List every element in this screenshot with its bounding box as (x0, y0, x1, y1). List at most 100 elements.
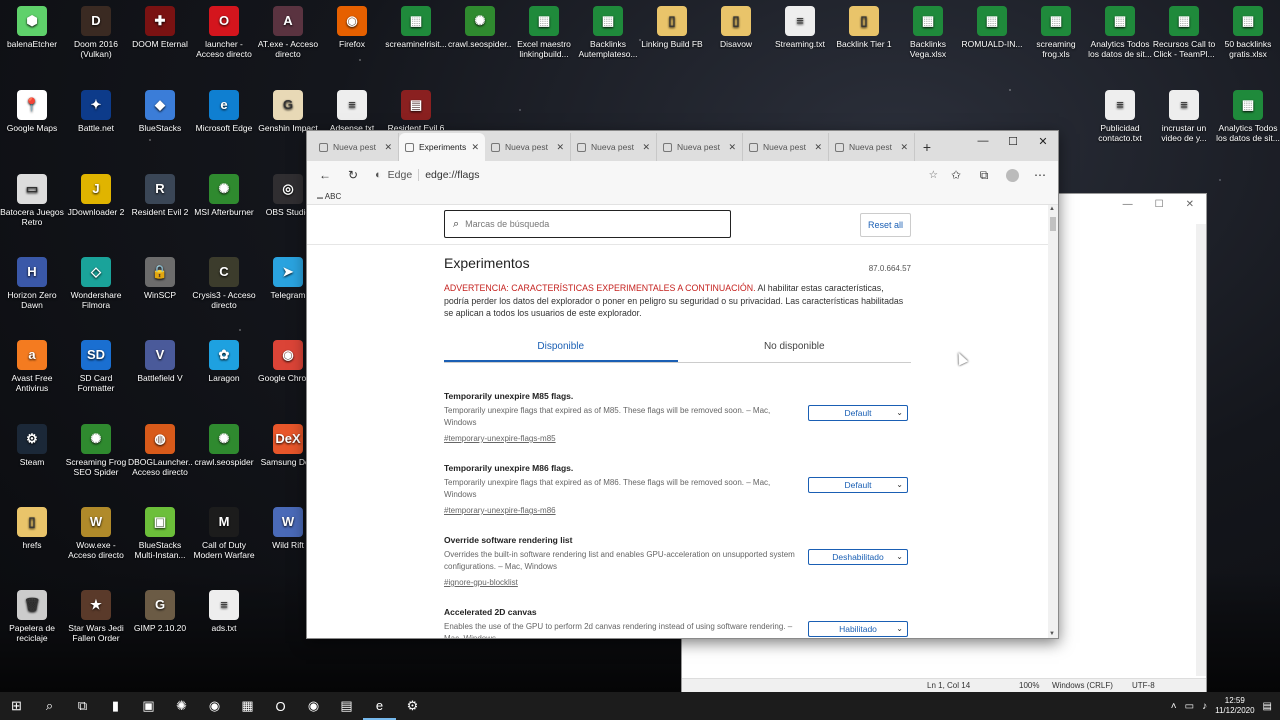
desktop-icon[interactable]: e Microsoft Edge (192, 86, 256, 133)
flag-anchor-link[interactable]: #ignore-gpu-blocklist (444, 578, 518, 587)
network-icon[interactable]: ▭ (1185, 701, 1194, 712)
tab-new-tab[interactable]: Nueva pest ✕ (829, 133, 915, 161)
flag-anchor-link[interactable]: #temporary-unexpire-flags-m86 (444, 506, 556, 515)
favorites-button[interactable]: ✩ (946, 165, 966, 185)
url-text[interactable]: edge://flags (425, 169, 479, 181)
desktop-icon[interactable]: G GIMP 2.10.20 (128, 586, 192, 633)
flag-state-select[interactable]: Habilitado ⌄ (808, 621, 908, 637)
desktop-icon[interactable]: ▦ screaminelrisit... (384, 2, 448, 49)
teams-icon[interactable]: ▦ (231, 692, 264, 720)
desktop-icon[interactable]: ▦ Analytics Todos los datos de sit... (1216, 86, 1280, 143)
desktop-icon[interactable]: ▦ Backlinks Autemplateso... (576, 2, 640, 59)
desktop-icon[interactable]: ✿ Laragon (192, 336, 256, 383)
steam-icon[interactable]: ⚙ (396, 692, 429, 720)
close-tab-icon[interactable]: ✕ (814, 142, 822, 153)
desktop-icon[interactable]: ▯ Backlink Tier 1 (832, 2, 896, 49)
desktop-icon[interactable]: ≡ Publicidad contacto.txt (1088, 86, 1152, 143)
notepad-maximize-button[interactable]: ☐ (1155, 199, 1164, 210)
app-icon[interactable]: ✺ (165, 692, 198, 720)
desktop-icon[interactable]: ▣ BlueStacks Multi-Instan... (128, 503, 192, 560)
reset-all-button[interactable]: Reset all (860, 213, 911, 237)
tab-new-tab[interactable]: Nueva pest ✕ (743, 133, 829, 161)
desktop-icon[interactable]: 📍 Google Maps (0, 86, 64, 133)
address-bar[interactable]: ◐ Edge edge://flags ☆ (371, 164, 938, 186)
desktop-icon[interactable]: ⚙ Steam (0, 420, 64, 467)
desktop-icon[interactable]: V Battlefield V (128, 336, 192, 383)
maximize-button[interactable]: ☐ (998, 131, 1028, 151)
desktop-icon[interactable]: ◍ DBOGLauncher... Acceso directo (128, 420, 192, 477)
desktop-icon[interactable]: ≡ Streaming.txt (768, 2, 832, 49)
desktop-icon[interactable]: SD SD Card Formatter (64, 336, 128, 393)
desktop-icon[interactable]: ◇ Wondershare Filmora (64, 253, 128, 310)
desktop-icon[interactable]: 🗑 Papelera de reciclaje (0, 586, 64, 643)
close-tab-icon[interactable]: ✕ (556, 142, 564, 153)
tab-new-tab[interactable]: Nueva pest ✕ (571, 133, 657, 161)
reload-button[interactable]: ↻ (343, 165, 363, 185)
desktop-icon[interactable]: ▤ Resident Evil 6 (384, 86, 448, 133)
file-explorer-icon[interactable]: ▮ (99, 692, 132, 720)
desktop-icon[interactable]: ▦ Excel maestro linkingbuild... (512, 2, 576, 59)
settings-menu-button[interactable]: ⋯ (1030, 165, 1050, 185)
chrome-alt-icon[interactable]: ◉ (297, 692, 330, 720)
close-tab-icon[interactable]: ✕ (471, 142, 479, 153)
desktop-icon[interactable]: ✺ crawl.seospider (192, 420, 256, 467)
scrollbar-thumb[interactable] (1050, 217, 1056, 231)
desktop-icon[interactable]: G Genshin Impact (256, 86, 320, 133)
page-scrollbar[interactable]: ▲ ▼ (1048, 205, 1058, 638)
flag-state-select[interactable]: Deshabilitado ⌄ (808, 549, 908, 565)
tab-unavailable[interactable]: No disponible (678, 337, 912, 362)
tab-experiments[interactable]: Experiments ✕ (399, 133, 485, 161)
tab-available[interactable]: Disponible (444, 337, 678, 362)
desktop-icon[interactable]: ▦ ROMUALD-IN... (960, 2, 1024, 49)
desktop-icon[interactable]: ▭ Batocera Juegos Retro (0, 170, 64, 227)
desktop-icon[interactable]: ▦ screaming frog.xls (1024, 2, 1088, 59)
task-view-icon[interactable]: ⧉ (66, 692, 99, 720)
desktop-icon[interactable]: ≡ Adsense.txt (320, 86, 384, 133)
flag-state-select[interactable]: Default ⌄ (808, 477, 908, 493)
close-tab-icon[interactable]: ✕ (642, 142, 650, 153)
clock[interactable]: 12:59 11/12/2020 (1215, 696, 1254, 716)
back-button[interactable]: ← (315, 165, 335, 185)
desktop-icon[interactable]: ▯ Disavow (704, 2, 768, 49)
profile-button[interactable] (1002, 165, 1022, 185)
desktop-icon[interactable]: ≡ ads.txt (192, 586, 256, 633)
tab-new-tab[interactable]: Nueva pest ✕ (313, 133, 399, 161)
desktop-icon[interactable]: ✺ crawl.seospider... (448, 2, 512, 49)
chevron-up-icon[interactable]: ˄ (1171, 701, 1177, 712)
desktop-icon[interactable]: ▯ hrefs (0, 503, 64, 550)
favorite-item[interactable]: ▬ ABC (317, 192, 341, 201)
desktop-icon[interactable]: Olauncher - Acceso directo (192, 2, 256, 59)
desktop-icon[interactable]: ◉ Firefox (320, 2, 384, 49)
flag-anchor-link[interactable]: #temporary-unexpire-flags-m85 (444, 434, 556, 443)
notepad-icon[interactable]: ▤ (330, 692, 363, 720)
desktop-icon[interactable]: ▦ 50 backlinks gratis.xlsx (1216, 2, 1280, 59)
opera-icon[interactable]: O (264, 692, 297, 720)
desktop-icon[interactable]: ✺ MSI Afterburner (192, 170, 256, 217)
close-tab-icon[interactable]: ✕ (728, 142, 736, 153)
favorite-star-icon[interactable]: ☆ (929, 169, 938, 181)
desktop-icon[interactable]: ✚ DOOM Eternal (128, 2, 192, 49)
notepad-minimize-button[interactable]: — (1123, 199, 1133, 210)
desktop-icon[interactable]: ★ Star Wars Jedi Fallen Order (64, 586, 128, 643)
desktop-icon[interactable]: D Doom 2016 (Vulkan) (64, 2, 128, 59)
desktop-icon[interactable]: J JDownloader 2 (64, 170, 128, 217)
close-tab-icon[interactable]: ✕ (900, 142, 908, 153)
desktop-icon[interactable]: ≡ incrustar un video de y... (1152, 86, 1216, 143)
search-icon[interactable]: ⌕ (33, 692, 66, 720)
desktop-icon[interactable]: C Crysis3 - Acceso directo (192, 253, 256, 310)
scroll-down-icon[interactable]: ▼ (1049, 631, 1055, 637)
volume-icon[interactable]: ♪ (1202, 701, 1207, 712)
new-tab-button[interactable]: + (915, 133, 939, 161)
notification-icon[interactable]: ▤ (1263, 701, 1272, 712)
notepad-scrollbar[interactable] (1196, 224, 1206, 676)
close-tab-icon[interactable]: ✕ (384, 142, 392, 153)
desktop-icon[interactable]: W Wow.exe - Acceso directo (64, 503, 128, 560)
scroll-up-icon[interactable]: ▲ (1049, 206, 1055, 212)
desktop-icon[interactable]: A AT.exe - Acceso directo (256, 2, 320, 59)
chrome-icon[interactable]: ◉ (198, 692, 231, 720)
minimize-button[interactable]: — (968, 131, 998, 151)
notepad-close-button[interactable]: ✕ (1186, 199, 1194, 210)
windows-icon[interactable]: ⊞ (0, 692, 33, 720)
desktop-icon[interactable]: ▯ Linking Build FB (640, 2, 704, 49)
desktop-icon[interactable]: M Call of Duty Modern Warfare (192, 503, 256, 560)
